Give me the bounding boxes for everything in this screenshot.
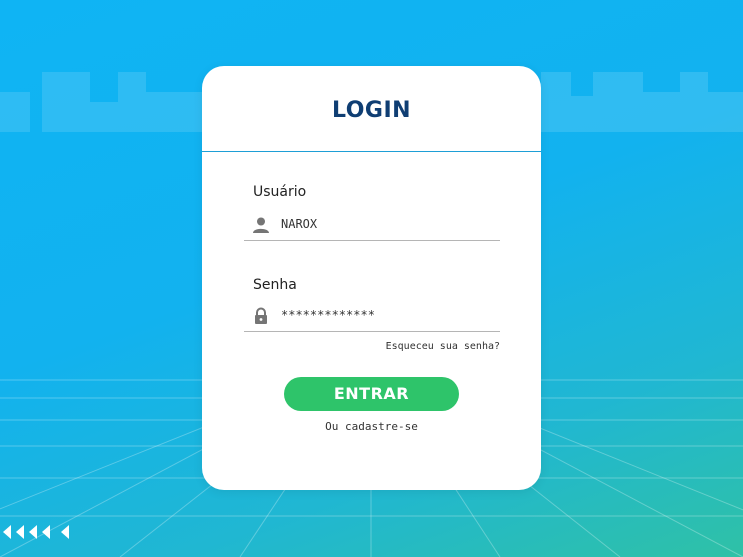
login-card: LOGIN Usuário NAROX Senha ************* … (202, 66, 541, 490)
username-field[interactable]: NAROX (244, 212, 500, 241)
title-divider (202, 151, 541, 152)
password-field[interactable]: ************* (244, 303, 500, 332)
username-label: Usuário (253, 184, 307, 200)
user-icon (253, 217, 269, 233)
password-label: Senha (253, 277, 297, 293)
password-value[interactable]: ************* (281, 308, 375, 322)
back-arrows-icon[interactable] (3, 523, 73, 541)
forgot-password-link[interactable]: Esqueceu sua senha? (386, 341, 500, 352)
submit-button[interactable]: ENTRAR (284, 377, 459, 411)
register-link[interactable]: Ou cadastre-se (202, 420, 541, 433)
lock-icon (255, 307, 267, 324)
username-value[interactable]: NAROX (281, 217, 317, 231)
login-title: LOGIN (331, 98, 412, 123)
